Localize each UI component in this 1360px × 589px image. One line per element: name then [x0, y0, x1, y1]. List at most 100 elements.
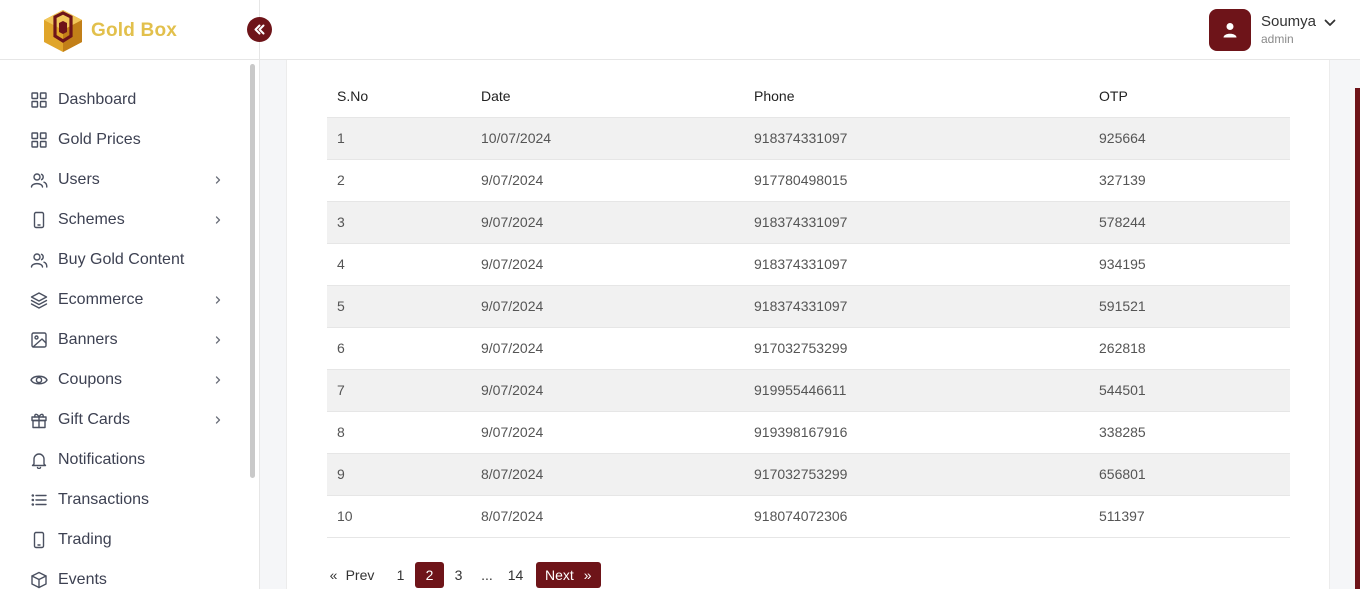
- next-label: Next: [545, 567, 574, 583]
- next-button[interactable]: Next »: [536, 562, 601, 588]
- next-glyph: »: [583, 567, 592, 583]
- avatar[interactable]: [1208, 9, 1251, 51]
- user-name: Soumya: [1260, 13, 1316, 30]
- users-icon: [30, 251, 48, 269]
- cell-otp: 656801: [1089, 452, 1290, 495]
- cell-otp: 338285: [1089, 410, 1290, 453]
- table-row: 5 9/07/2024 918374331097 591521: [327, 284, 1290, 327]
- sidebar-item-label: Events: [58, 571, 107, 588]
- cell-phone: 917780498015: [744, 158, 1089, 201]
- sidebar-item-ecommerce[interactable]: Ecommerce: [30, 280, 225, 320]
- cell-otp: 925664: [1089, 116, 1290, 159]
- chevron-right-icon: [211, 213, 225, 227]
- page-2[interactable]: 2: [415, 562, 444, 588]
- table-row: 10 8/07/2024 918074072306 511397: [327, 494, 1290, 538]
- phone-icon: [30, 211, 48, 229]
- sidebar-item-gift-cards[interactable]: Gift Cards: [30, 400, 225, 440]
- cell-date: 9/07/2024: [471, 326, 744, 369]
- column-header: S.No: [337, 88, 369, 105]
- sidebar-item-label: Users: [58, 171, 100, 188]
- cell-sno: 2: [327, 158, 471, 201]
- sidebar-item-banners[interactable]: Banners: [30, 320, 225, 360]
- chevron-right-icon: [211, 333, 225, 347]
- sidebar-item-users[interactable]: Users: [30, 160, 225, 200]
- user-menu[interactable]: Soumya admin: [1208, 9, 1336, 51]
- brand-name: Gold Box: [91, 20, 178, 41]
- list-icon: [30, 491, 48, 509]
- prev-button[interactable]: Prev: [340, 562, 380, 588]
- cell-date: 10/07/2024: [471, 116, 744, 159]
- sidebar-item-schemes[interactable]: Schemes: [30, 200, 225, 240]
- cell-otp: 934195: [1089, 242, 1290, 285]
- sidebar-item-label: Schemes: [58, 211, 125, 228]
- cell-phone: 918374331097: [744, 116, 1089, 159]
- cell-date: 9/07/2024: [471, 410, 744, 453]
- bell-icon: [30, 451, 48, 469]
- image-icon: [30, 331, 48, 349]
- cell-date: 8/07/2024: [471, 452, 744, 495]
- grid-icon: [30, 131, 48, 149]
- main-content: S.No Date Phone OTP 1 10/07/2024 918374331…: [286, 60, 1330, 589]
- chevron-down-icon[interactable]: [1324, 19, 1336, 27]
- cell-sno: 8: [327, 410, 471, 453]
- box-icon: [30, 571, 48, 589]
- sidebar-item-label: Transactions: [58, 491, 149, 508]
- sidebar-item-label: Coupons: [58, 371, 123, 388]
- cell-phone: 918374331097: [744, 284, 1089, 327]
- table-row: 7 9/07/2024 919955446611 544501: [327, 368, 1290, 411]
- pagination: « Prev 1 2 3... 14 Next »: [327, 562, 601, 588]
- table-row: 1 10/07/2024 918374331097 925664: [327, 116, 1290, 159]
- sidebar-item-notifications[interactable]: Notifications: [30, 440, 225, 480]
- sidebar-item-coupons[interactable]: Coupons: [30, 360, 225, 400]
- sidebar-scrollbar[interactable]: [250, 64, 255, 478]
- cell-phone: 917032753299: [744, 326, 1089, 369]
- sidebar-item-label: Notifications: [58, 451, 146, 468]
- chevron-right-icon: [211, 413, 225, 427]
- cell-date: 9/07/2024: [471, 242, 744, 285]
- page-1[interactable]: 1: [386, 562, 415, 588]
- table-row: 6 9/07/2024 917032753299 262818: [327, 326, 1290, 369]
- sidebar-item-transactions[interactable]: Transactions: [30, 480, 225, 520]
- cell-sno: 6: [327, 326, 471, 369]
- otp-table: S.No Date Phone OTP 1 10/07/2024 918374331…: [327, 76, 1290, 538]
- sidebar-item-label: Gift Cards: [58, 411, 131, 428]
- grid-icon: [30, 91, 48, 109]
- column-header: Date: [481, 88, 511, 105]
- gift-icon: [30, 411, 48, 429]
- page-3[interactable]: 3: [444, 562, 473, 588]
- sidebar: Dashboard Gold Prices Users Schemes Buy Gold…: [0, 60, 260, 589]
- page-scrollbar[interactable]: [1355, 88, 1360, 589]
- sidebar-item-label: Buy Gold Content: [58, 251, 185, 268]
- table-row: 8 9/07/2024 919398167916 338285: [327, 410, 1290, 453]
- sidebar-item-label: Gold Prices: [58, 131, 141, 148]
- prev-glyph[interactable]: «: [327, 562, 340, 588]
- chevron-right-icon: [211, 293, 225, 307]
- sidebar-item-events[interactable]: Events: [30, 560, 225, 589]
- column-header: OTP: [1099, 88, 1128, 105]
- cell-sno: 3: [327, 200, 471, 243]
- collapse-sidebar-button[interactable]: [247, 17, 272, 42]
- cell-phone: 919398167916: [744, 410, 1089, 453]
- user-icon: [1223, 23, 1237, 38]
- sidebar-item-label: Dashboard: [58, 91, 137, 108]
- cell-sno: 10: [327, 494, 471, 538]
- page-14[interactable]: 14: [501, 562, 530, 588]
- table-row: 9 8/07/2024 917032753299 656801: [327, 452, 1290, 495]
- sidebar-item-label: Trading: [58, 531, 112, 548]
- cell-phone: 918074072306: [744, 494, 1089, 538]
- cell-phone: 919955446611: [744, 368, 1089, 411]
- cell-phone: 918374331097: [744, 200, 1089, 243]
- sidebar-item-dashboard[interactable]: Dashboard: [30, 80, 225, 120]
- cell-date: 9/07/2024: [471, 368, 744, 411]
- cell-sno: 9: [327, 452, 471, 495]
- sidebar-item-trading[interactable]: Trading: [30, 520, 225, 560]
- users-icon: [30, 171, 48, 189]
- phone-icon: [30, 531, 48, 549]
- top-header: Gold Box Soumya admin: [0, 0, 1360, 60]
- brand: Gold Box: [0, 0, 260, 60]
- sidebar-item-gold-prices[interactable]: Gold Prices: [30, 120, 225, 160]
- sidebar-item-buy-gold-content[interactable]: Buy Gold Content: [30, 240, 225, 280]
- chevron-right-icon: [211, 173, 225, 187]
- table-row: 3 9/07/2024 918374331097 578244: [327, 200, 1290, 243]
- cell-otp: 544501: [1089, 368, 1290, 411]
